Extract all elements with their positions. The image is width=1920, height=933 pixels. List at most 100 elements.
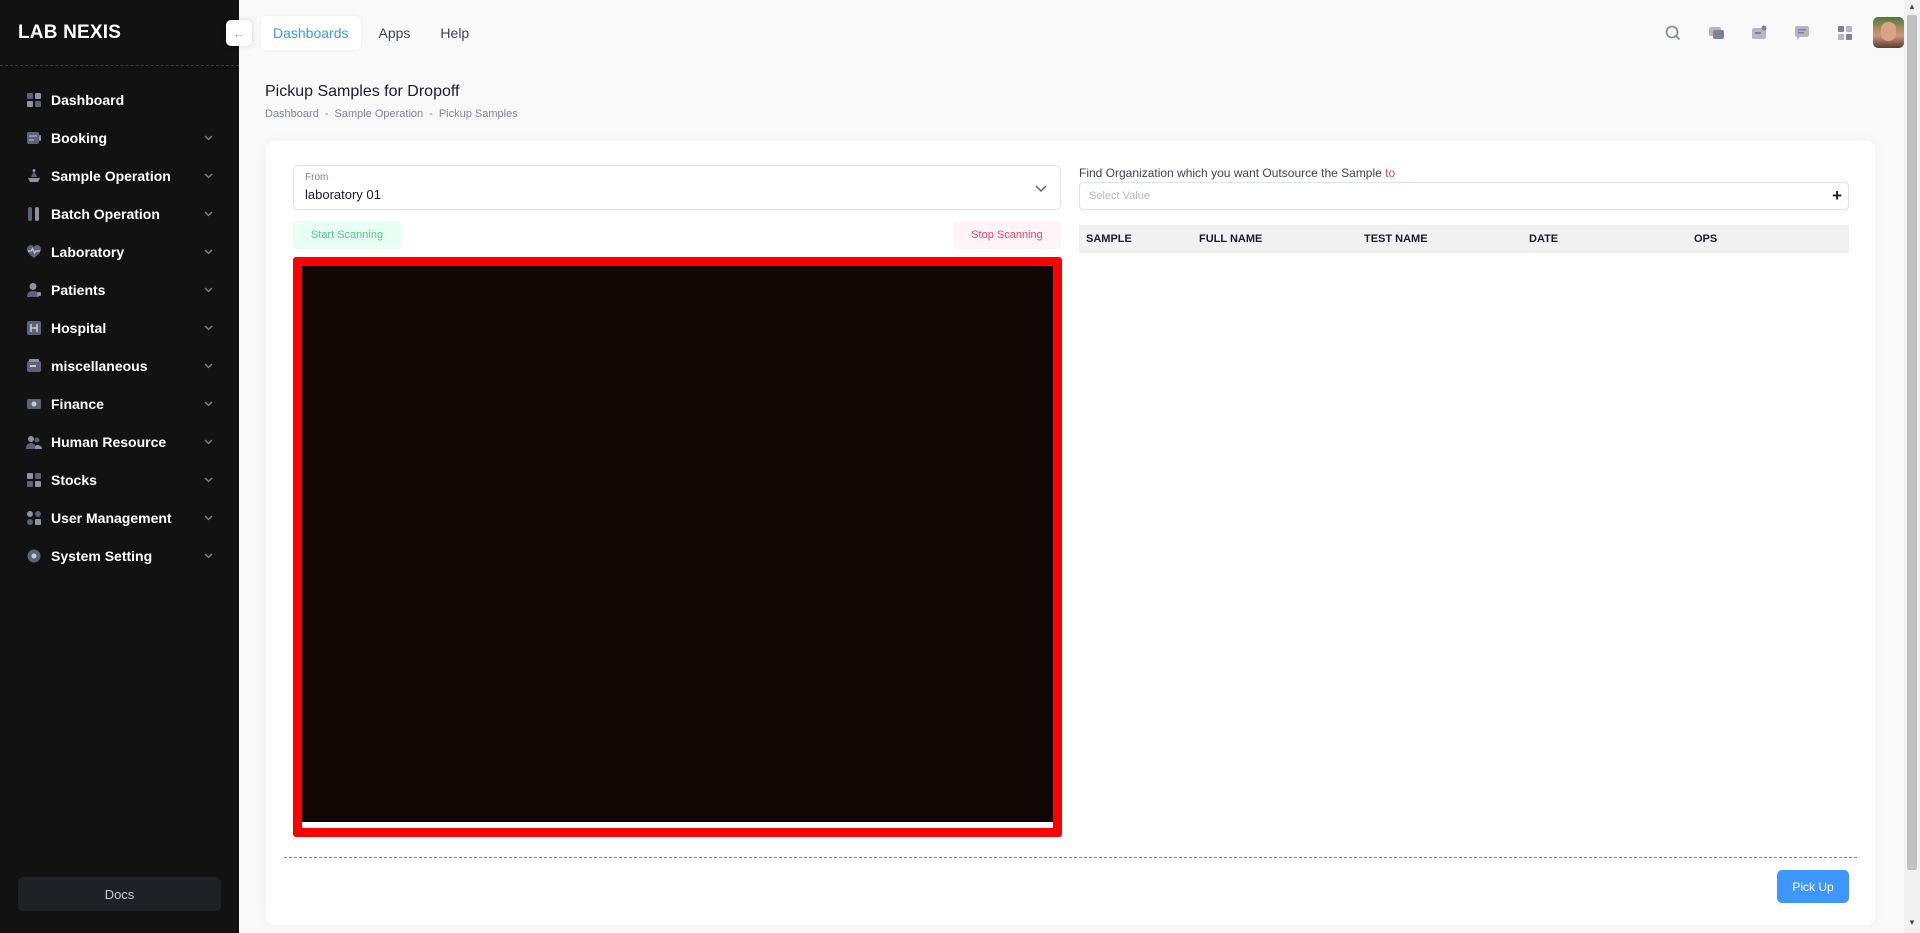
sidebar-item-label: Batch Operation bbox=[51, 206, 160, 222]
scrollbar-thumb[interactable] bbox=[1907, 15, 1917, 870]
chat-icon[interactable] bbox=[1701, 18, 1731, 48]
breadcrumb-item-pickup-samples: Pickup Samples bbox=[438, 108, 518, 120]
sidebar-item-label: Booking bbox=[51, 130, 107, 146]
laboratory-icon bbox=[26, 244, 42, 260]
sidebar-item-patients[interactable]: Patients bbox=[0, 271, 239, 309]
sidebar-item-label: Laboratory bbox=[51, 244, 125, 260]
sidebar-item-booking[interactable]: Booking bbox=[0, 119, 239, 157]
column-header-full-name: FULL NAME bbox=[1199, 233, 1263, 245]
chevron-down-icon bbox=[203, 361, 213, 371]
sidebar-item-label: miscellaneous bbox=[51, 358, 148, 374]
apps-grid-icon[interactable] bbox=[1830, 18, 1860, 48]
avatar[interactable] bbox=[1873, 17, 1904, 48]
chevron-down-icon bbox=[1035, 185, 1047, 193]
chevron-down-icon bbox=[203, 399, 213, 409]
top-header: Dashboards Apps Help bbox=[239, 0, 1904, 66]
page-scrollbar[interactable]: ▲ ▼ bbox=[1904, 0, 1920, 933]
brand: LAB NEXIS bbox=[0, 0, 239, 66]
sidebar-item-sample-operation[interactable]: Sample Operation bbox=[0, 157, 239, 195]
sidebar-collapse-button[interactable]: ← bbox=[226, 20, 252, 46]
column-header-ops: OPS bbox=[1694, 233, 1718, 245]
user-management-icon bbox=[26, 510, 42, 526]
sidebar-item-label: Stocks bbox=[51, 472, 97, 488]
sidebar-item-miscellaneous[interactable]: miscellaneous bbox=[0, 347, 239, 385]
tab-help[interactable]: Help bbox=[428, 16, 481, 50]
pick-up-button[interactable]: Pick Up bbox=[1777, 870, 1849, 903]
sidebar-item-user-management[interactable]: User Management bbox=[0, 499, 239, 537]
sidebar-item-label: System Setting bbox=[51, 548, 153, 564]
page-title: Pickup Samples for Dropoff bbox=[265, 83, 460, 100]
tab-apps[interactable]: Apps bbox=[367, 16, 423, 50]
sidebar-item-label: Finance bbox=[51, 396, 104, 412]
chevron-down-icon bbox=[203, 171, 213, 181]
sidebar-item-hospital[interactable]: Hospital bbox=[0, 309, 239, 347]
plus-icon[interactable]: + bbox=[1832, 187, 1842, 205]
samples-table-header: SAMPLE FULL NAME TEST NAME DATE OPS bbox=[1079, 225, 1849, 253]
tab-dashboards[interactable]: Dashboards bbox=[261, 16, 361, 50]
camera-scanner bbox=[293, 257, 1062, 837]
finance-icon bbox=[26, 396, 42, 412]
organization-label: Find Organization which you want Outsour… bbox=[1079, 166, 1395, 180]
breadcrumb-item-sample-operation[interactable]: Sample Operation bbox=[335, 108, 424, 120]
chevron-down-icon bbox=[203, 437, 213, 447]
sidebar-item-batch-operation[interactable]: Batch Operation bbox=[0, 195, 239, 233]
chevron-down-icon bbox=[203, 285, 213, 295]
sample-operation-icon bbox=[26, 168, 42, 184]
sidebar-item-label: Human Resource bbox=[51, 434, 167, 450]
breadcrumb: Dashboard - Sample Operation - Pickup Sa… bbox=[265, 108, 518, 120]
sidebar-item-label: Sample Operation bbox=[51, 168, 171, 184]
camera-feed bbox=[302, 266, 1053, 822]
header-nav: Dashboards Apps Help bbox=[261, 16, 487, 50]
sidebar-item-label: Hospital bbox=[51, 320, 107, 336]
organization-placeholder: Select Value bbox=[1089, 190, 1150, 202]
patients-icon bbox=[26, 282, 42, 298]
organization-label-text: Find Organization which you want Outsour… bbox=[1079, 166, 1382, 180]
sidebar-item-finance[interactable]: Finance bbox=[0, 385, 239, 423]
sidebar-item-label: Patients bbox=[51, 282, 106, 298]
scroll-up-arrow-icon[interactable]: ▲ bbox=[1908, 3, 1916, 11]
column-header-date: DATE bbox=[1529, 233, 1559, 245]
message-icon[interactable] bbox=[1787, 18, 1817, 48]
chevron-down-icon bbox=[203, 133, 213, 143]
sidebar-item-dashboard[interactable]: Dashboard bbox=[0, 81, 239, 119]
dashboard-icon bbox=[26, 92, 42, 108]
notification-icon[interactable] bbox=[1744, 18, 1774, 48]
hospital-icon bbox=[26, 320, 42, 336]
from-value: laboratory 01 bbox=[305, 187, 381, 202]
human-resource-icon bbox=[26, 434, 42, 450]
sidebar-item-label: User Management bbox=[51, 510, 172, 526]
booking-icon bbox=[26, 130, 42, 146]
start-scanning-button[interactable]: Start Scanning bbox=[293, 221, 401, 249]
chevron-down-icon bbox=[203, 475, 213, 485]
system-setting-icon bbox=[26, 548, 42, 564]
sidebar-item-label: Dashboard bbox=[51, 92, 125, 108]
chevron-down-icon bbox=[203, 513, 213, 523]
from-label: From bbox=[305, 172, 329, 183]
sidebar-item-stocks[interactable]: Stocks bbox=[0, 461, 239, 499]
breadcrumb-item-dashboard[interactable]: Dashboard bbox=[265, 108, 319, 120]
brand-logo-text[interactable]: LAB NEXIS bbox=[18, 22, 121, 44]
sidebar-item-system-setting[interactable]: System Setting bbox=[0, 537, 239, 575]
from-select[interactable]: From laboratory 01 bbox=[293, 165, 1061, 210]
sidebar-item-laboratory[interactable]: Laboratory bbox=[0, 233, 239, 271]
sidebar-menu: Dashboard Booking Sample Operation Batch… bbox=[0, 81, 239, 575]
breadcrumb-separator: - bbox=[324, 108, 329, 120]
organization-label-required: to bbox=[1385, 166, 1396, 180]
sidebar: LAB NEXIS Dashboard Booking Sample Opera… bbox=[0, 0, 239, 933]
chevron-down-icon bbox=[203, 323, 213, 333]
column-header-test-name: TEST NAME bbox=[1364, 233, 1428, 245]
scroll-down-arrow-icon[interactable]: ▼ bbox=[1908, 919, 1916, 927]
breadcrumb-separator: - bbox=[429, 108, 433, 120]
search-icon[interactable] bbox=[1658, 18, 1688, 48]
miscellaneous-icon bbox=[26, 358, 42, 374]
stop-scanning-button[interactable]: Stop Scanning bbox=[953, 221, 1061, 249]
pickup-card: From laboratory 01 Start Scanning Stop S… bbox=[266, 141, 1875, 925]
arrow-left-icon: ← bbox=[232, 25, 246, 41]
chevron-down-icon bbox=[203, 209, 213, 219]
chevron-down-icon bbox=[203, 247, 213, 257]
batch-operation-icon bbox=[26, 206, 42, 222]
docs-button[interactable]: Docs bbox=[18, 877, 221, 911]
sidebar-item-human-resource[interactable]: Human Resource bbox=[0, 423, 239, 461]
organization-select[interactable]: Select Value + bbox=[1079, 182, 1849, 210]
column-header-sample: SAMPLE bbox=[1086, 233, 1132, 245]
